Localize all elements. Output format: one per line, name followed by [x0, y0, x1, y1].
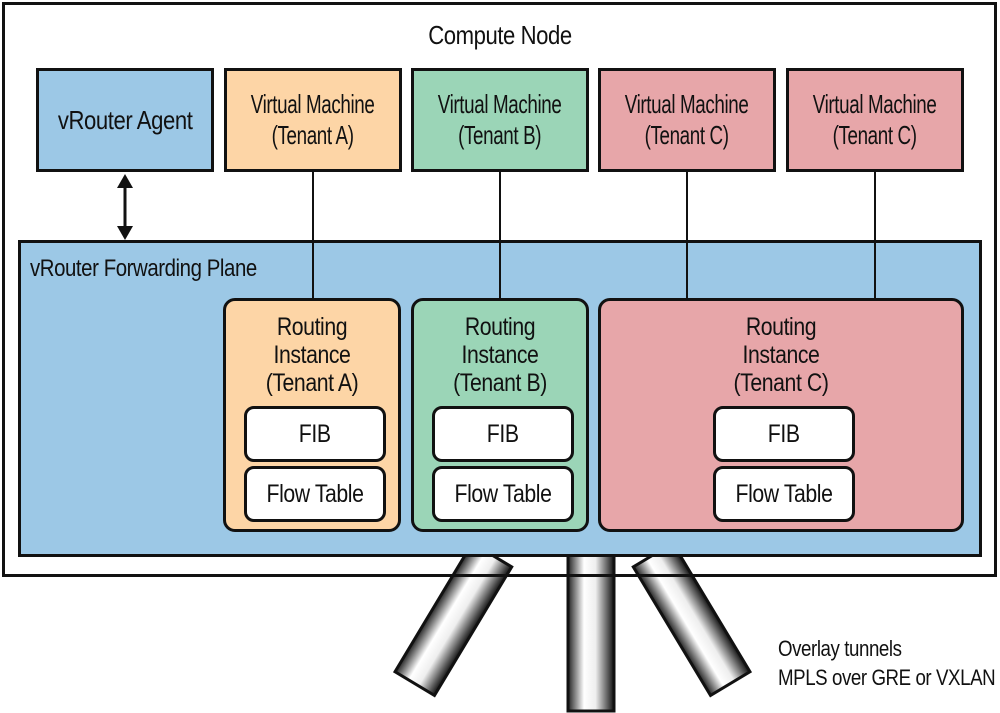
ri-tenant: (Tenant B)	[453, 369, 547, 397]
vm-label: Virtual Machine	[625, 89, 749, 119]
vm-c2-connector	[874, 172, 876, 300]
fib-table[interactable]: FIB	[432, 406, 574, 462]
flow-table[interactable]: Flow Table	[244, 466, 386, 522]
vrouter-agent[interactable]: vRouter Agent	[36, 68, 214, 172]
bidirectional-arrow-icon	[117, 174, 133, 240]
flow-table[interactable]: Flow Table	[713, 466, 855, 522]
vm-tenant-c-2[interactable]: Virtual Machine (Tenant C)	[786, 68, 964, 172]
vm-label: Virtual Machine	[251, 89, 375, 119]
fib-table[interactable]: FIB	[244, 406, 386, 462]
ri-label: Instance	[273, 341, 351, 369]
vm-tenant: (Tenant C)	[832, 120, 918, 150]
vm-tenant: (Tenant B)	[458, 120, 542, 150]
vrouter-agent-label: vRouter Agent	[57, 104, 193, 135]
vm-b-connector	[499, 172, 501, 300]
fib-table[interactable]: FIB	[713, 406, 855, 462]
vm-tenant-b[interactable]: Virtual Machine (Tenant B)	[411, 68, 589, 172]
vm-c1-connector	[686, 172, 688, 300]
ri-label: Routing	[745, 313, 817, 341]
overlay-tunnels-caption: Overlay tunnels MPLS over GRE or VXLAN	[778, 634, 996, 692]
tunnels-caption-line1: Overlay tunnels	[778, 636, 902, 661]
compute-node-title: Compute Node	[428, 20, 572, 50]
ri-tenant: (Tenant C)	[733, 369, 829, 397]
vm-label: Virtual Machine	[438, 89, 562, 119]
ri-label: Routing	[464, 313, 536, 341]
vm-tenant: (Tenant C)	[644, 120, 730, 150]
flow-table[interactable]: Flow Table	[432, 466, 574, 522]
vm-a-connector	[312, 172, 314, 300]
routing-instance-tenant-c[interactable]: Routing Instance (Tenant C) FIB Flow Table	[598, 298, 964, 532]
tunnels-caption-line2: MPLS over GRE or VXLAN	[778, 665, 996, 690]
routing-instance-tenant-a[interactable]: Routing Instance (Tenant A) FIB Flow Table	[223, 298, 401, 532]
routing-instance-tenant-b[interactable]: Routing Instance (Tenant B) FIB Flow Table	[411, 298, 589, 532]
vm-label: Virtual Machine	[813, 89, 937, 119]
vm-tenant-a[interactable]: Virtual Machine (Tenant A)	[224, 68, 402, 172]
ri-label: Instance	[461, 341, 539, 369]
ri-label: Routing	[276, 313, 348, 341]
vm-tenant-c-1[interactable]: Virtual Machine (Tenant C)	[598, 68, 776, 172]
ri-tenant: (Tenant A)	[265, 369, 359, 397]
forwarding-plane-title: vRouter Forwarding Plane	[30, 255, 257, 282]
tunnel-center	[566, 553, 616, 713]
vm-tenant: (Tenant A)	[271, 120, 354, 150]
ri-label: Instance	[742, 341, 820, 369]
